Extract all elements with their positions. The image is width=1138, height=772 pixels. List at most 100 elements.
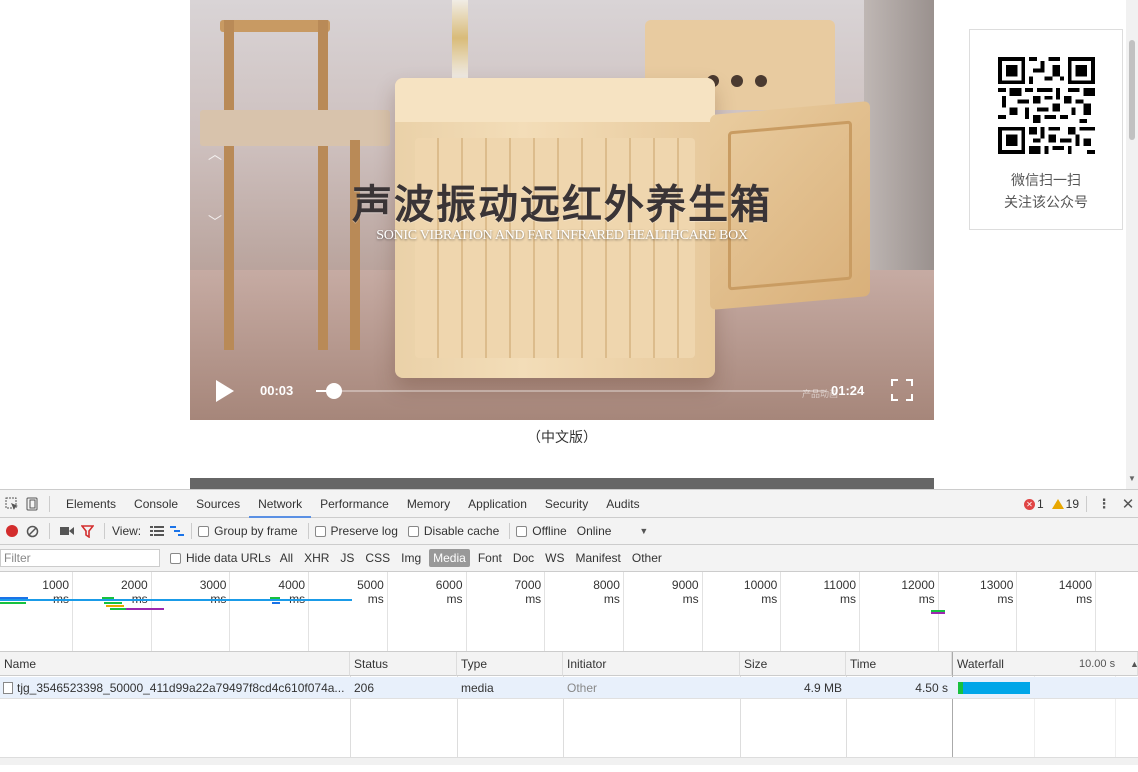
overview-tick-label: 10000 ms bbox=[743, 578, 778, 606]
hide-data-urls-checkbox[interactable]: Hide data URLs bbox=[170, 551, 271, 565]
play-button[interactable] bbox=[216, 380, 234, 402]
row-waterfall-waiting bbox=[958, 682, 963, 694]
column-initiator[interactable]: Initiator bbox=[563, 652, 740, 676]
overview-gridline bbox=[1095, 572, 1097, 651]
throttling-select[interactable]: Online ▼ bbox=[577, 524, 649, 538]
row-type: media bbox=[457, 677, 563, 699]
preserve-log-label: Preserve log bbox=[330, 524, 398, 538]
page-scrollbar[interactable]: ▼ bbox=[1126, 0, 1138, 489]
fullscreen-icon[interactable] bbox=[890, 378, 914, 402]
disable-cache-checkbox[interactable]: Disable cache bbox=[407, 524, 500, 538]
capture-screenshots-button[interactable] bbox=[57, 521, 77, 541]
overview-request-bar bbox=[106, 605, 124, 607]
row-file-icon bbox=[3, 682, 13, 694]
warning-icon bbox=[1051, 499, 1064, 509]
waterfall-label: Waterfall bbox=[957, 657, 1004, 671]
chevron-up-icon: ︿ bbox=[208, 146, 222, 162]
next-video-top bbox=[190, 478, 934, 489]
network-toolbar: View: Group by frame Preserve log Disabl… bbox=[0, 518, 1138, 545]
devtools-panel: Elements Console Sources Network Performance… bbox=[0, 489, 1138, 772]
qr-card: 微信扫一扫 关注该公众号 bbox=[969, 29, 1123, 230]
column-type[interactable]: Type bbox=[457, 652, 563, 676]
filter-toggle-button[interactable] bbox=[77, 521, 97, 541]
filter-bar: Hide data URLs All XHR JS CSS Img Media Font Do… bbox=[0, 545, 1138, 572]
filter-type-img[interactable]: Img bbox=[398, 550, 424, 566]
page-scroll-thumb[interactable] bbox=[1129, 40, 1135, 140]
filter-type-manifest[interactable]: Manifest bbox=[573, 550, 624, 566]
group-by-frame-checkbox[interactable]: Group by frame bbox=[198, 524, 298, 538]
devtools-tab-bar: Elements Console Sources Network Performance… bbox=[0, 490, 1138, 518]
current-time: 00:03 bbox=[260, 383, 294, 398]
overview-request-bar bbox=[272, 602, 280, 604]
overview-tick-label: 12000 ms bbox=[901, 578, 935, 606]
overview-gridline bbox=[150, 572, 152, 651]
overview-request-bar bbox=[0, 602, 26, 604]
column-status[interactable]: Status bbox=[350, 652, 457, 676]
offline-checkbox[interactable]: Offline bbox=[516, 524, 567, 538]
clear-button[interactable] bbox=[22, 521, 42, 541]
filter-type-js[interactable]: JS bbox=[337, 550, 357, 566]
filter-type-font[interactable]: Font bbox=[475, 550, 505, 566]
clear-icon bbox=[26, 525, 38, 537]
close-icon[interactable]: ✕ bbox=[1118, 494, 1138, 514]
table-horizontal-scrollbar[interactable] bbox=[0, 757, 1138, 765]
overview-waterfall-icon[interactable] bbox=[167, 521, 187, 541]
product-video[interactable]: ︿ ﹀ 声波振动远红外养生箱 SONIC VIBRATION AND FAR I… bbox=[190, 0, 934, 420]
column-waterfall[interactable]: Waterfall 10.00 s bbox=[952, 652, 1138, 676]
more-options-icon[interactable]: ⋮ bbox=[1094, 494, 1114, 514]
filter-type-doc[interactable]: Doc bbox=[510, 550, 537, 566]
progress-handle[interactable] bbox=[325, 383, 342, 399]
filter-type-xhr[interactable]: XHR bbox=[301, 550, 332, 566]
tab-security[interactable]: Security bbox=[536, 490, 597, 518]
overview-gridline bbox=[1016, 572, 1018, 651]
row-waterfall-bar[interactable] bbox=[958, 682, 1030, 694]
overview-gridline bbox=[701, 572, 703, 651]
group-by-frame-label: Group by frame bbox=[214, 524, 298, 538]
overview-tick-label: 7000 ms bbox=[514, 578, 542, 606]
throttling-value: Online bbox=[576, 524, 612, 538]
record-icon bbox=[6, 525, 18, 537]
row-name-cell[interactable]: tjg_3546523398_50000_411d99a22a79497f8cd… bbox=[0, 677, 350, 699]
filter-type-other[interactable]: Other bbox=[629, 550, 665, 566]
large-rows-icon[interactable] bbox=[147, 521, 167, 541]
tab-performance[interactable]: Performance bbox=[311, 490, 398, 518]
video-caption: （中文版） bbox=[527, 429, 597, 445]
device-toolbar-icon[interactable] bbox=[22, 494, 42, 514]
network-overview[interactable]: 1000 ms2000 ms3000 ms4000 ms5000 ms6000 … bbox=[0, 572, 1138, 652]
row-status: 206 bbox=[350, 677, 457, 699]
tab-console[interactable]: Console bbox=[125, 490, 187, 518]
column-size[interactable]: Size bbox=[740, 652, 846, 676]
web-page: ︿ ﹀ 声波振动远红外养生箱 SONIC VIBRATION AND FAR I… bbox=[0, 0, 1138, 489]
overview-gridline bbox=[308, 572, 310, 651]
error-icon: ✕ bbox=[1023, 498, 1035, 510]
overview-tick-label: 1000 ms bbox=[42, 578, 69, 606]
filter-input[interactable] bbox=[0, 549, 160, 567]
filter-type-media[interactable]: Media bbox=[429, 549, 470, 567]
tab-sources[interactable]: Sources bbox=[187, 490, 249, 518]
column-time[interactable]: Time bbox=[846, 652, 952, 676]
camera-icon bbox=[60, 527, 74, 535]
filter-type-ws[interactable]: WS bbox=[542, 550, 567, 566]
column-name[interactable]: Name bbox=[0, 652, 350, 676]
tab-network[interactable]: Network bbox=[249, 490, 312, 518]
inspect-element-icon[interactable] bbox=[2, 494, 22, 514]
overview-request-bar bbox=[931, 612, 945, 614]
progress-bar[interactable] bbox=[316, 383, 826, 399]
record-button[interactable] bbox=[2, 521, 22, 541]
sort-up-icon[interactable]: ▲ bbox=[1130, 652, 1138, 676]
filter-type-css[interactable]: CSS bbox=[362, 550, 393, 566]
filter-type-all[interactable]: All bbox=[277, 550, 296, 566]
tab-audits[interactable]: Audits bbox=[597, 490, 648, 518]
overview-request-bar bbox=[126, 608, 164, 610]
tab-memory[interactable]: Memory bbox=[398, 490, 459, 518]
preserve-log-checkbox[interactable]: Preserve log bbox=[314, 524, 398, 538]
row-name: tjg_3546523398_50000_411d99a22a79497f8cd… bbox=[17, 681, 345, 695]
scroll-down-arrow-icon[interactable]: ▼ bbox=[1128, 474, 1136, 483]
offline-label: Offline bbox=[532, 524, 567, 538]
overview-tick-label: 14000 ms bbox=[1058, 578, 1093, 606]
disable-cache-label: Disable cache bbox=[423, 524, 500, 538]
overview-tick-label: 3000 ms bbox=[199, 578, 227, 606]
tab-elements[interactable]: Elements bbox=[57, 490, 125, 518]
console-badges[interactable]: ✕ 1 19 ⋮ ✕ bbox=[1023, 490, 1138, 518]
tab-application[interactable]: Application bbox=[459, 490, 536, 518]
